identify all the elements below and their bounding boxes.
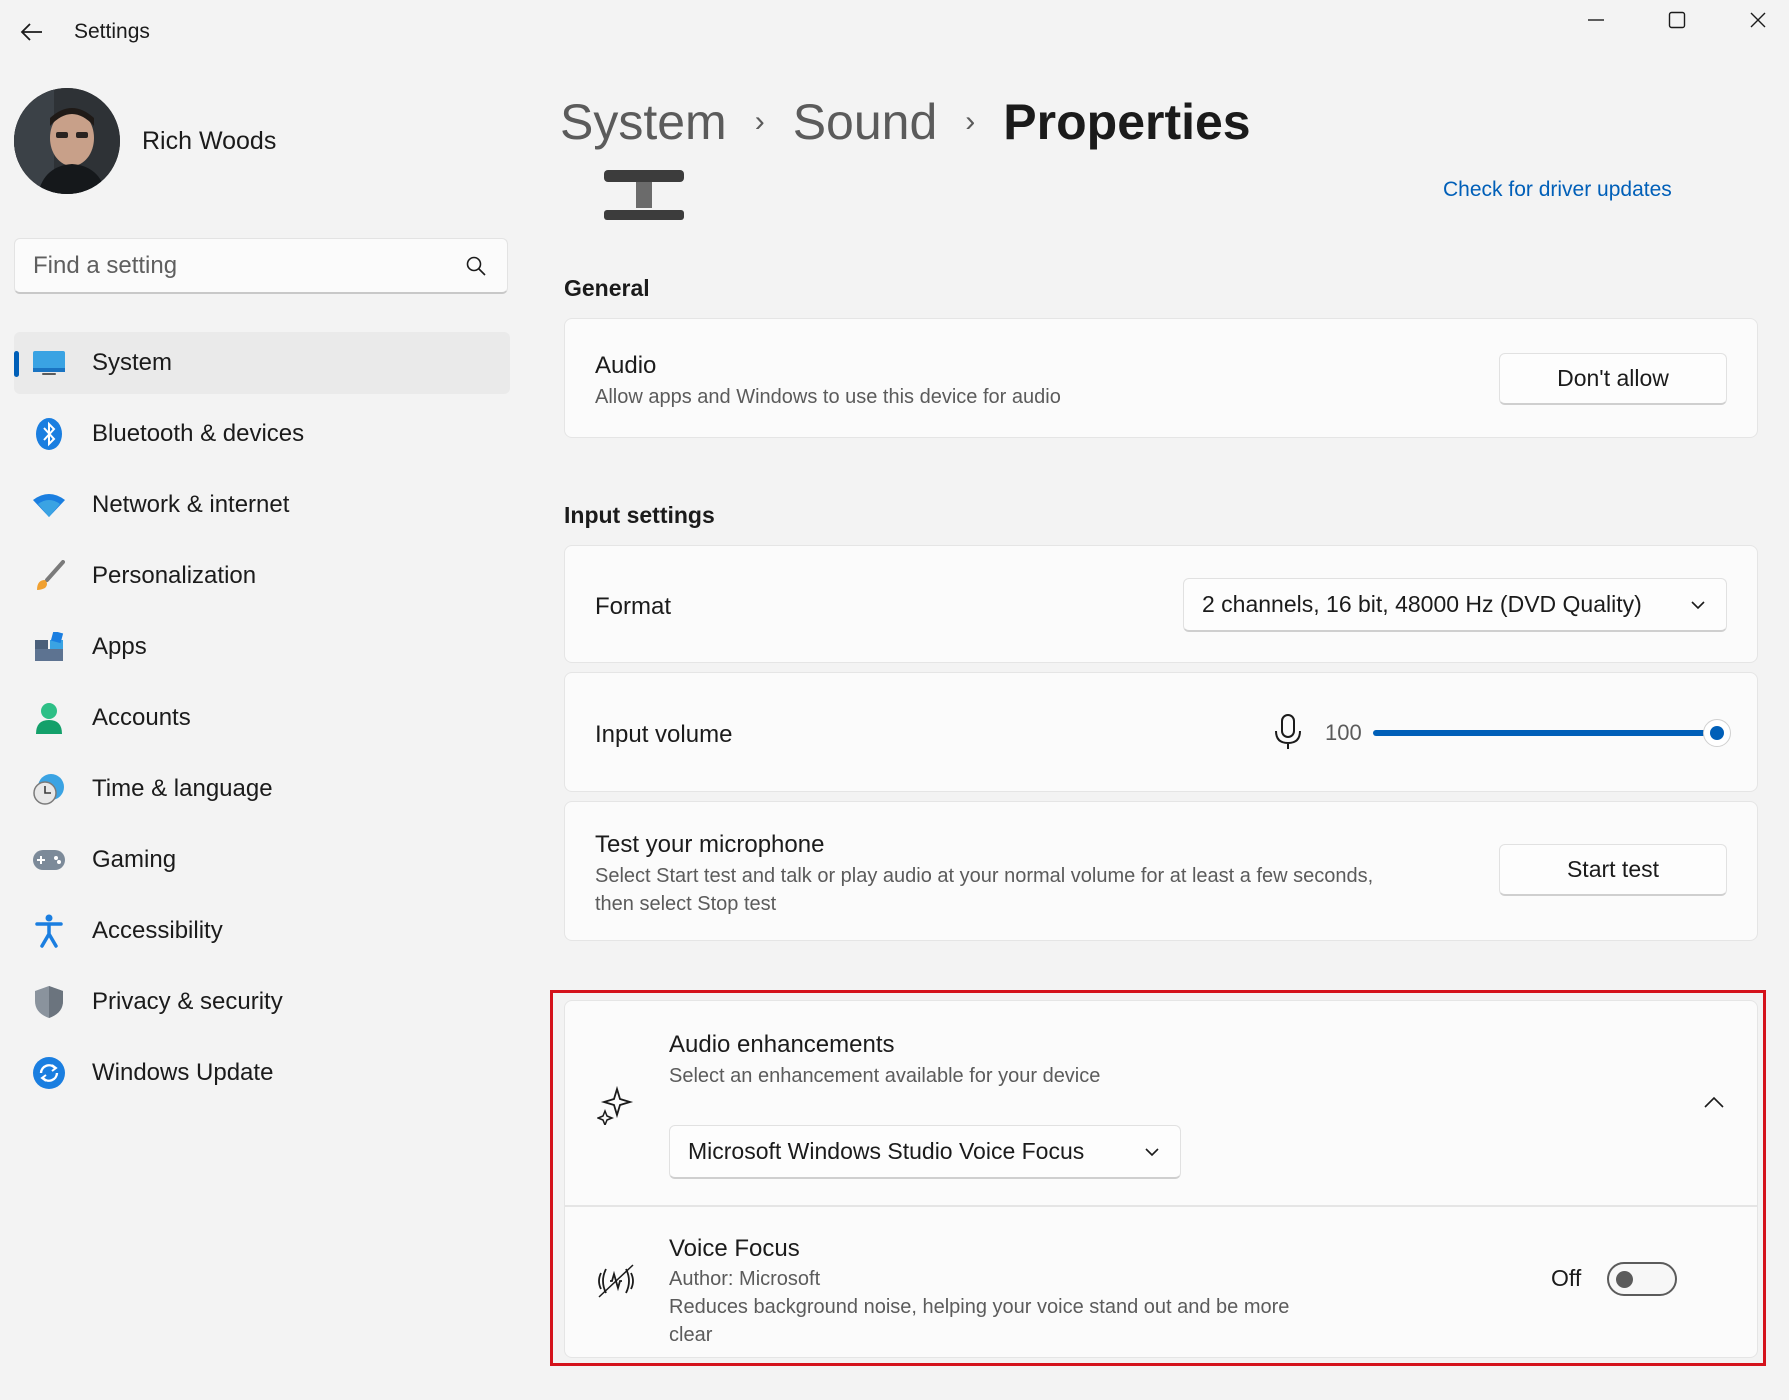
user-profile[interactable]: Rich Woods (14, 88, 276, 194)
audio-title: Audio (595, 352, 657, 379)
sidebar-item-time-language[interactable]: Time & language (14, 758, 510, 820)
audio-description: Allow apps and Windows to use this devic… (595, 386, 1061, 408)
slider-thumb[interactable] (1703, 719, 1731, 747)
breadcrumb: System › Sound › Properties (560, 86, 1251, 158)
microphone-icon[interactable] (1273, 713, 1303, 756)
system-icon (32, 346, 66, 380)
gamepad-icon (32, 843, 66, 877)
update-icon (32, 1056, 66, 1090)
accounts-icon (32, 701, 66, 735)
search-box[interactable] (14, 238, 508, 294)
breadcrumb-system[interactable]: System (560, 93, 727, 151)
title-bar: Settings (0, 0, 1789, 64)
sidebar-item-apps[interactable]: Apps (14, 616, 510, 678)
sidebar-item-accessibility[interactable]: Accessibility (14, 900, 510, 962)
shield-icon (32, 985, 66, 1019)
audio-card: Audio Allow apps and Windows to use this… (564, 318, 1758, 438)
sidebar-item-privacy-security[interactable]: Privacy & security (14, 971, 510, 1033)
start-test-button[interactable]: Start test (1499, 844, 1727, 896)
back-button[interactable] (14, 14, 50, 50)
bluetooth-icon (32, 417, 66, 451)
sidebar-item-network[interactable]: Network & internet (14, 474, 510, 536)
apps-icon (32, 630, 66, 664)
test-microphone-description: Select Start test and talk or play audio… (595, 865, 1374, 887)
sidebar-item-label: System (92, 349, 173, 376)
page-title: Properties (1003, 94, 1251, 150)
maximize-button[interactable] (1637, 0, 1717, 40)
highlight-box (550, 990, 1766, 1366)
accessibility-icon (32, 914, 66, 948)
format-card: Format 2 channels, 16 bit, 48000 Hz (DVD… (564, 545, 1758, 663)
sidebar-item-system[interactable]: System (14, 332, 510, 394)
check-driver-updates-link[interactable]: Check for driver updates (1443, 178, 1672, 202)
sidebar-item-gaming[interactable]: Gaming (14, 829, 510, 891)
clock-globe-icon (32, 772, 66, 806)
sidebar-item-personalization[interactable]: Personalization (14, 545, 510, 607)
sidebar-item-accounts[interactable]: Accounts (14, 687, 510, 749)
input-volume-label: Input volume (595, 721, 733, 748)
back-arrow-icon (20, 23, 42, 41)
chevron-down-icon (1688, 595, 1708, 615)
format-value: 2 channels, 16 bit, 48000 Hz (DVD Qualit… (1202, 591, 1642, 617)
input-volume-card: Input volume 100 (564, 672, 1758, 792)
minimize-icon (1588, 19, 1604, 21)
chevron-right-icon: › (754, 105, 765, 138)
search-input[interactable] (33, 251, 463, 280)
sidebar-item-label: Personalization (92, 562, 257, 589)
sidebar-item-label: Gaming (92, 846, 177, 873)
wifi-icon (32, 488, 66, 522)
sidebar-item-windows-update[interactable]: Windows Update (14, 1042, 510, 1104)
sidebar-item-label: Bluetooth & devices (92, 420, 305, 447)
general-section-title: General (564, 275, 650, 301)
test-microphone-title: Test your microphone (595, 831, 825, 858)
app-title: Settings (74, 20, 150, 43)
maximize-icon (1668, 11, 1686, 29)
dont-allow-button[interactable]: Don't allow (1499, 353, 1727, 405)
minimize-button[interactable] (1556, 0, 1636, 40)
format-dropdown[interactable]: 2 channels, 16 bit, 48000 Hz (DVD Qualit… (1183, 578, 1727, 632)
close-button[interactable] (1718, 0, 1789, 40)
test-microphone-card: Test your microphone Select Start test a… (564, 801, 1758, 941)
sidebar-item-label: Accounts (92, 704, 191, 731)
sidebar-nav: System Bluetooth & devices Network & int… (14, 332, 510, 1113)
close-icon (1750, 12, 1766, 28)
microphone-device-icon (596, 170, 692, 228)
sidebar-item-label: Apps (92, 633, 147, 660)
input-volume-slider[interactable] (1373, 713, 1731, 753)
user-name: Rich Woods (142, 126, 277, 155)
input-settings-section-title: Input settings (564, 502, 715, 528)
search-icon[interactable] (463, 253, 489, 279)
input-volume-value: 100 (1325, 720, 1362, 745)
breadcrumb-sound[interactable]: Sound (793, 93, 938, 151)
sidebar-item-label: Network & internet (92, 491, 290, 518)
sidebar-item-label: Privacy & security (92, 988, 283, 1015)
chevron-right-icon: › (965, 105, 976, 138)
format-label: Format (595, 593, 672, 620)
sidebar-item-bluetooth[interactable]: Bluetooth & devices (14, 403, 510, 465)
sidebar-item-label: Windows Update (92, 1059, 274, 1086)
test-microphone-description-line2: then select Stop test (595, 893, 777, 915)
avatar (14, 88, 120, 194)
sidebar-item-label: Time & language (92, 775, 273, 802)
brush-icon (32, 559, 66, 593)
sidebar-item-label: Accessibility (92, 917, 223, 944)
slider-track (1373, 730, 1717, 736)
